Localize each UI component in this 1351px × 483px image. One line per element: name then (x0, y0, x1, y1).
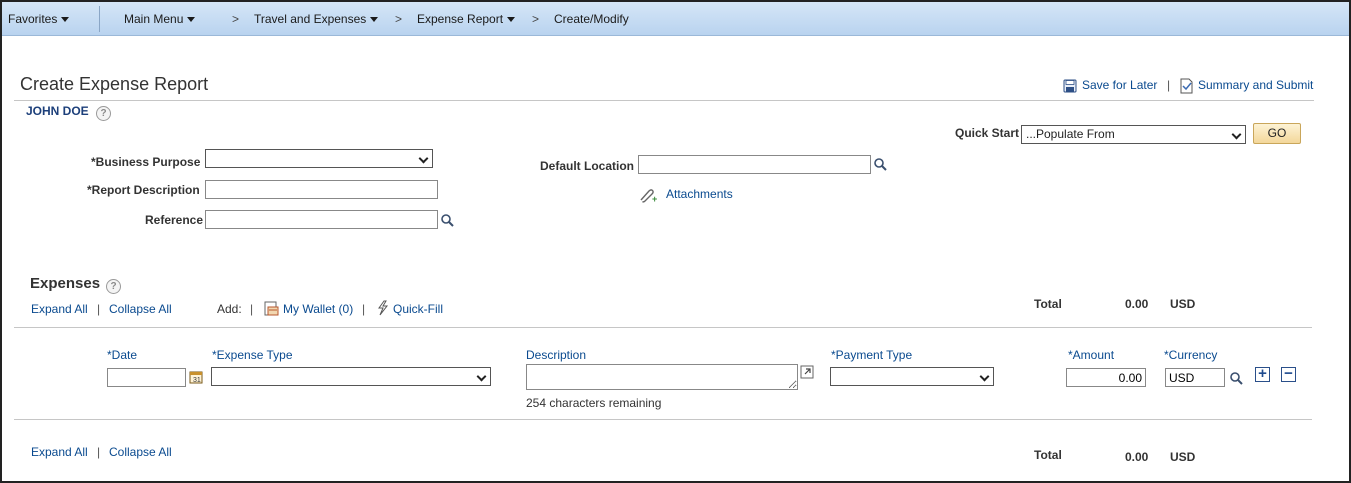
chevron-down-icon (418, 153, 429, 164)
amount-input[interactable] (1066, 368, 1146, 387)
business-purpose-select[interactable] (205, 149, 433, 168)
help-icon[interactable]: ? (106, 279, 121, 294)
quick-fill-link[interactable]: Quick-Fill (393, 302, 443, 316)
action-separator: | (1167, 78, 1171, 92)
payment-type-select[interactable] (830, 367, 994, 386)
currency-input[interactable] (1165, 368, 1225, 387)
summary-icon[interactable] (1179, 78, 1194, 94)
total-currency: USD (1170, 450, 1196, 464)
default-location-input[interactable] (638, 155, 871, 174)
date-input[interactable] (107, 368, 186, 387)
description-textarea[interactable] (526, 364, 798, 390)
breadcrumb-separator: > (232, 12, 240, 26)
nav-divider (99, 6, 100, 32)
add-separator: | (362, 302, 366, 316)
top-nav-bar: Favorites Main Menu > Travel and Expense… (2, 2, 1349, 36)
breadcrumb-separator: > (395, 12, 403, 26)
breadcrumb-expense-report[interactable]: Expense Report (417, 2, 516, 36)
collapse-all-link[interactable]: Collapse All (109, 302, 172, 316)
total-amount: 0.00 (1125, 450, 1149, 464)
remove-row-minus-icon[interactable]: − (1281, 366, 1296, 382)
quick-start-label: Quick Start (955, 126, 1020, 140)
breadcrumb-label: Expense Report (417, 12, 504, 26)
svg-text:+: + (652, 194, 657, 203)
breadcrumb-travel-and-expenses[interactable]: Travel and Expenses (254, 2, 379, 36)
column-header-date: *Date (107, 348, 138, 362)
collapse-all-link[interactable]: Collapse All (109, 445, 172, 459)
summary-and-submit-link[interactable]: Summary and Submit (1198, 78, 1313, 92)
report-description-input[interactable] (205, 180, 438, 199)
reference-label: Reference (145, 213, 204, 227)
section-divider (14, 327, 1312, 328)
magnifier-icon[interactable] (873, 157, 887, 171)
business-purpose-label: *Business Purpose (91, 155, 201, 169)
expand-all-link[interactable]: Expand All (31, 445, 88, 459)
page-title: Create Expense Report (20, 74, 209, 94)
quick-start-value: ...Populate From (1026, 127, 1115, 141)
chevron-down-icon (476, 371, 487, 382)
caret-down-icon (61, 17, 70, 23)
employee-name: JOHN DOE (26, 104, 89, 118)
total-amount: 0.00 (1125, 297, 1149, 311)
svg-text:31: 31 (193, 377, 201, 384)
breadcrumb-create-modify[interactable]: Create/Modify (554, 2, 629, 36)
total-label: Total (1034, 297, 1062, 311)
expand-text-icon[interactable] (800, 365, 814, 379)
link-separator: | (97, 445, 101, 459)
breadcrumb-separator: > (532, 12, 540, 26)
favorites-menu[interactable]: Favorites (8, 2, 70, 36)
save-icon[interactable] (1063, 79, 1077, 93)
main-menu[interactable]: Main Menu (124, 2, 196, 36)
chevron-down-icon (979, 371, 990, 382)
magnifier-icon[interactable] (440, 213, 454, 227)
chevron-down-icon (1231, 129, 1242, 140)
total-label: Total (1034, 448, 1062, 462)
column-header-amount: *Amount (1068, 348, 1115, 362)
caret-down-icon (370, 17, 379, 23)
attachments-link[interactable]: Attachments (666, 187, 733, 201)
add-separator: | (250, 302, 254, 316)
quick-start-select[interactable]: ...Populate From (1021, 125, 1246, 144)
my-wallet-link[interactable]: My Wallet (0) (283, 302, 353, 316)
title-divider (14, 100, 1314, 101)
expand-all-link[interactable]: Expand All (31, 302, 88, 316)
column-header-description: Description (526, 348, 587, 362)
column-header-currency: *Currency (1164, 348, 1218, 362)
expenses-section-title: Expenses (30, 275, 101, 292)
default-location-label: Default Location (540, 159, 635, 173)
caret-down-icon (507, 17, 516, 23)
caret-down-icon (187, 17, 196, 23)
go-button[interactable]: GO (1253, 123, 1301, 144)
wallet-icon[interactable] (264, 301, 279, 316)
main-menu-label: Main Menu (124, 12, 184, 26)
calendar-icon[interactable]: 31 (189, 370, 203, 384)
quick-fill-icon[interactable] (375, 300, 390, 316)
magnifier-icon[interactable] (1229, 371, 1243, 385)
link-separator: | (97, 302, 101, 316)
help-icon[interactable]: ? (96, 106, 111, 121)
column-header-expense-type: *Expense Type (212, 348, 293, 362)
report-description-label: *Report Description (87, 183, 200, 197)
column-header-payment-type: *Payment Type (831, 348, 913, 362)
add-label: Add: (217, 302, 242, 316)
section-divider (14, 419, 1312, 420)
favorites-label: Favorites (8, 12, 58, 26)
save-for-later-link[interactable]: Save for Later (1082, 78, 1157, 92)
paperclip-icon[interactable]: + (638, 187, 658, 203)
expense-type-select[interactable] (211, 367, 491, 386)
add-row-plus-icon[interactable]: + (1255, 366, 1270, 382)
characters-remaining: 254 characters remaining (526, 396, 662, 410)
window-frame (0, 0, 1351, 483)
total-currency: USD (1170, 297, 1196, 311)
breadcrumb-label: Travel and Expenses (254, 12, 367, 26)
reference-input[interactable] (205, 210, 438, 229)
